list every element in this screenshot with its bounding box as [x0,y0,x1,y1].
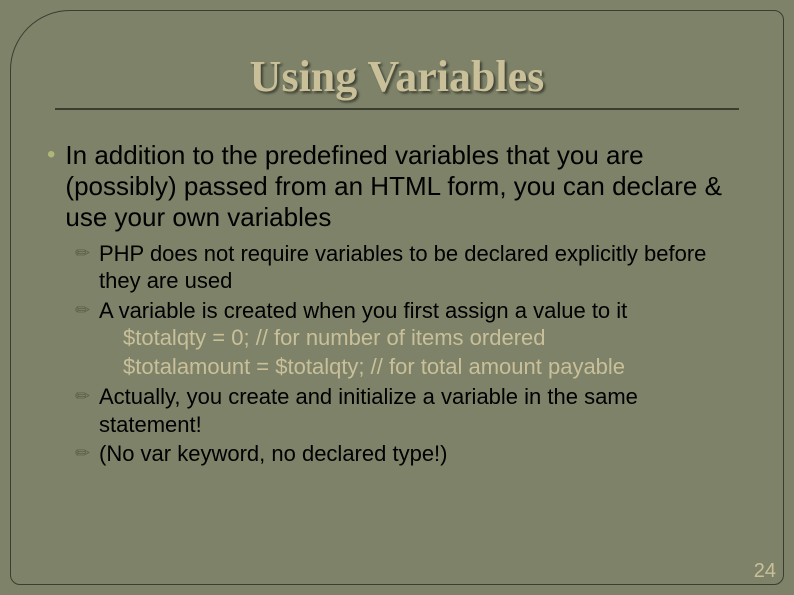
sub-bullet-icon: ✏ [75,383,93,409]
sub-item: ✏ Actually, you create and initialize a … [75,383,743,438]
code-line: $totalqty = 0; // for number of items or… [123,324,743,353]
slide-title: Using Variables [55,51,739,110]
sub-list: ✏ PHP does not require variables to be d… [75,240,743,468]
sub-item: ✏ A variable is created when you first a… [75,297,743,325]
main-bullet-text: In addition to the predefined variables … [65,140,743,234]
sub-item-text: Actually, you create and initialize a va… [99,383,743,438]
sub-item-text: (No var keyword, no declared type!) [99,440,448,468]
sub-item: ✏ PHP does not require variables to be d… [75,240,743,295]
code-line: $totalamount = $totalqty; // for total a… [123,353,743,382]
sub-item-text: A variable is created when you first ass… [99,297,627,325]
sub-bullet-icon: ✏ [75,240,93,266]
bullet-icon: • [47,140,55,170]
sub-item: ✏ (No var keyword, no declared type!) [75,440,743,468]
page-number: 24 [754,560,776,583]
sub-item-text: PHP does not require variables to be dec… [99,240,743,295]
sub-bullet-icon: ✏ [75,297,93,323]
sub-bullet-icon: ✏ [75,440,93,466]
main-bullet: • In addition to the predefined variable… [51,140,743,234]
slide-frame: Using Variables • In addition to the pre… [10,10,784,585]
code-block: $totalqty = 0; // for number of items or… [123,324,743,381]
